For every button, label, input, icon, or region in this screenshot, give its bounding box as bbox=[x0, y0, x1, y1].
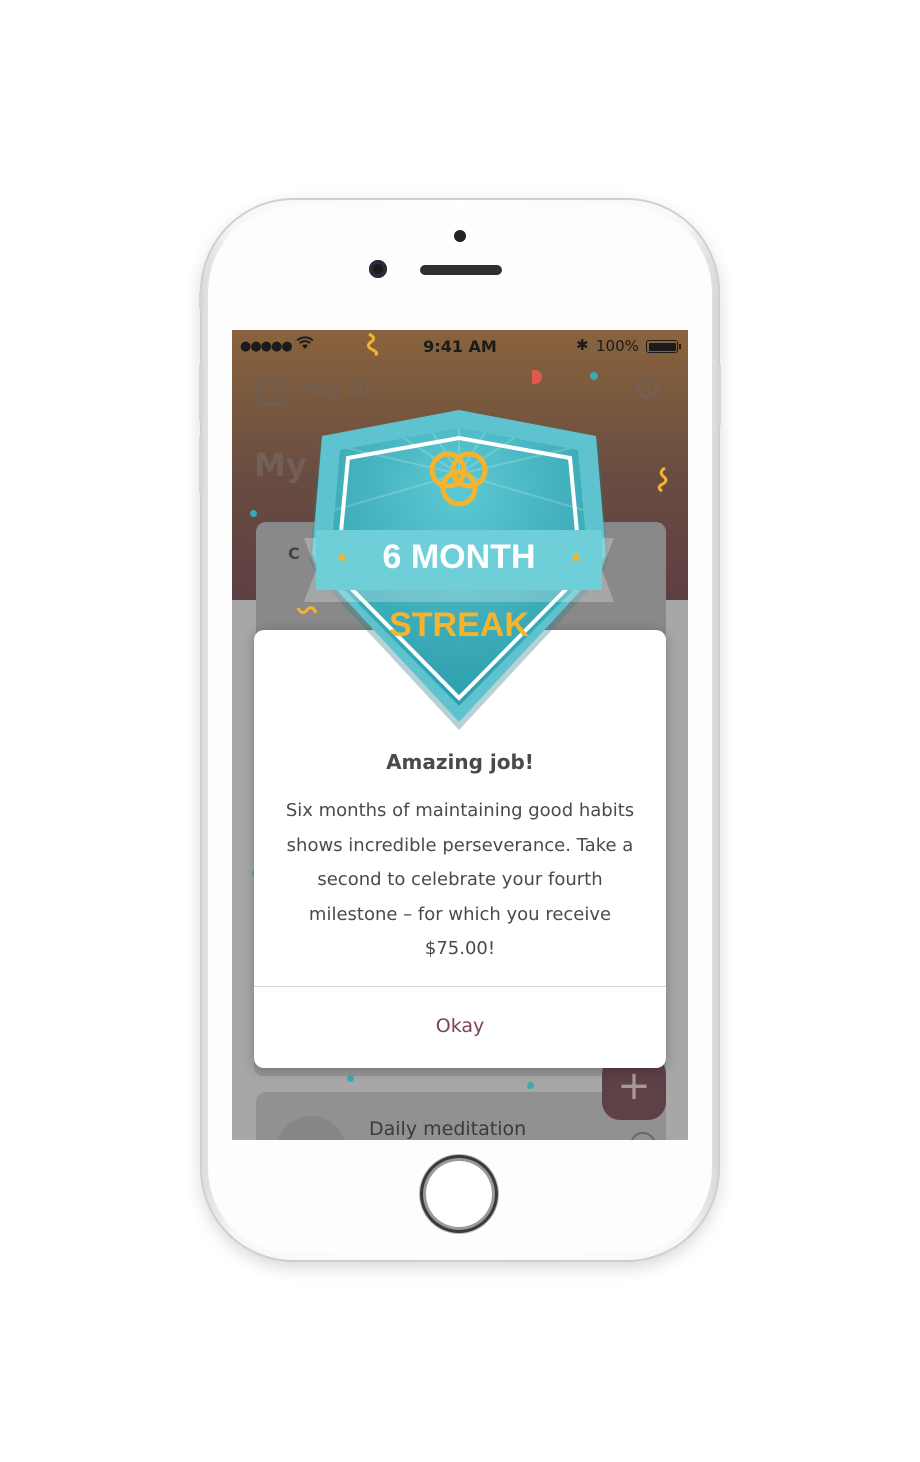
confetti-squiggle bbox=[366, 332, 379, 356]
badge-line1: 6 MONTH bbox=[383, 538, 536, 576]
badge-star-left: ★ bbox=[335, 548, 348, 566]
home-button[interactable] bbox=[420, 1155, 498, 1233]
front-camera bbox=[369, 260, 387, 278]
battery-percent: 100% bbox=[596, 337, 639, 355]
status-bar: ●●●●● 9:41 AM ✱ 100% bbox=[232, 330, 688, 360]
confetti-dot bbox=[590, 372, 598, 380]
confetti-dot bbox=[527, 1082, 534, 1089]
earpiece-speaker bbox=[420, 265, 502, 275]
confetti-squiggle bbox=[657, 466, 668, 492]
confetti-dot bbox=[250, 510, 257, 517]
battery-icon bbox=[646, 340, 681, 353]
volume-button bbox=[199, 290, 203, 310]
badge-line2: STREAK bbox=[389, 606, 529, 644]
dialog-title: Amazing job! bbox=[386, 750, 534, 774]
volume-up-button bbox=[199, 364, 203, 422]
badge-star-right: ★ bbox=[569, 548, 582, 566]
streak-badge: 6 MONTH ★ ★ STREAK bbox=[304, 410, 614, 730]
okay-button[interactable]: Okay bbox=[254, 987, 666, 1068]
confetti-dot bbox=[347, 1075, 354, 1082]
proximity-sensor bbox=[454, 230, 466, 242]
dialog-message: Six months of maintaining good habits sh… bbox=[285, 800, 635, 959]
volume-down-button bbox=[199, 436, 203, 494]
bluetooth-icon: ✱ bbox=[576, 336, 589, 354]
power-button bbox=[717, 364, 721, 426]
